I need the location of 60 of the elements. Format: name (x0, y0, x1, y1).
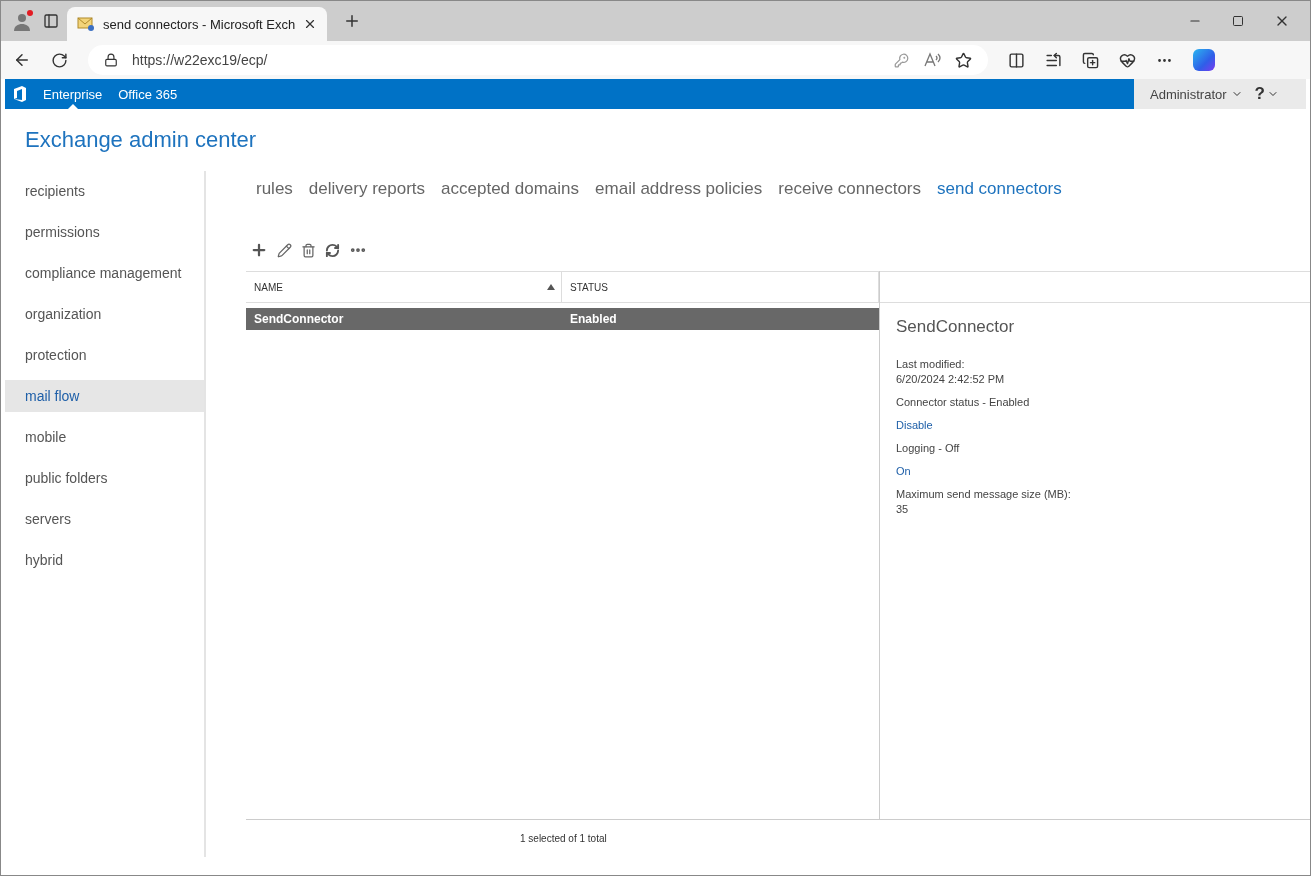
sidebar-item[interactable]: public folders (5, 462, 204, 494)
details-text: 35 (896, 503, 909, 515)
tab[interactable]: receive connectors (778, 179, 921, 239)
sidebar-item[interactable]: permissions (5, 216, 204, 248)
trash-icon[interactable] (301, 242, 316, 258)
sidebar-item[interactable]: compliance management (5, 257, 204, 289)
help-menu[interactable]: ? (1254, 84, 1279, 104)
details-text: Last modified: (896, 358, 965, 370)
back-icon[interactable] (13, 51, 31, 69)
details-text: Maximum send message size (MB): (896, 488, 1071, 500)
sidebar-item[interactable]: mobile (5, 421, 204, 453)
pencil-icon[interactable] (277, 242, 292, 258)
maximize-icon[interactable] (1232, 15, 1244, 27)
status-text: 1 selected of 1 total (520, 833, 607, 844)
sidebar-item[interactable]: hybrid (5, 544, 204, 576)
column-header[interactable]: STATUS (562, 272, 879, 302)
tab[interactable]: send connectors (937, 179, 1062, 239)
copilot-icon[interactable] (1193, 49, 1215, 71)
favorites-icon[interactable] (1045, 51, 1062, 69)
sidebar-item[interactable]: mail flow (5, 380, 204, 412)
tab-title: send connectors - Microsoft Exch (103, 16, 296, 32)
details-link[interactable]: Disable (896, 419, 933, 431)
sidebar-item[interactable]: servers (5, 503, 204, 535)
tab[interactable]: email address policies (595, 179, 763, 239)
tab-actions-icon[interactable] (43, 13, 59, 29)
sidebar-item[interactable]: protection (5, 339, 204, 371)
office-logo-icon[interactable] (13, 86, 27, 102)
refresh-icon[interactable] (325, 242, 340, 258)
details-text: 6/20/2024 2:42:52 PM (896, 373, 1005, 385)
address-bar[interactable]: https://w22exc19/ecp/ (88, 45, 988, 75)
details-link[interactable]: On (896, 465, 911, 477)
table-cell: Enabled (570, 312, 617, 326)
mail-icon (77, 16, 95, 32)
details-text: Connector status - Enabled (896, 396, 1030, 408)
star-icon[interactable] (955, 51, 972, 69)
sidebar-item[interactable]: organization (5, 298, 204, 330)
split-screen-icon[interactable] (1008, 51, 1025, 69)
page-title: Exchange admin center (24, 126, 258, 154)
browser-tab[interactable]: send connectors - Microsoft Exch (67, 7, 328, 41)
table-cell: SendConnector (254, 312, 344, 326)
key-icon[interactable] (894, 52, 909, 68)
column-header[interactable]: NAME (246, 272, 562, 302)
details-title: SendConnector (896, 317, 1016, 337)
read-aloud-icon[interactable] (923, 52, 941, 68)
sidebar-item[interactable]: recipients (5, 175, 204, 207)
reload-icon[interactable] (51, 51, 68, 69)
collections-icon[interactable] (1082, 51, 1099, 69)
details-text: Logging - Off (896, 442, 960, 454)
url-text: https://w22exc19/ecp/ (132, 52, 269, 68)
profile-icon[interactable] (11, 9, 35, 33)
lock-icon (104, 53, 118, 67)
tab[interactable]: delivery reports (308, 179, 426, 239)
app-bar-link[interactable]: Enterprise (35, 79, 111, 109)
table-row[interactable]: SendConnector Enabled (246, 308, 879, 330)
user-menu[interactable]: Administrator (1150, 86, 1243, 102)
tab[interactable]: accepted domains (441, 179, 580, 239)
health-icon[interactable] (1119, 51, 1136, 69)
tab[interactable]: rules (256, 179, 293, 239)
app-bar-link[interactable]: Office 365 (110, 79, 186, 109)
add-icon[interactable] (250, 241, 268, 259)
